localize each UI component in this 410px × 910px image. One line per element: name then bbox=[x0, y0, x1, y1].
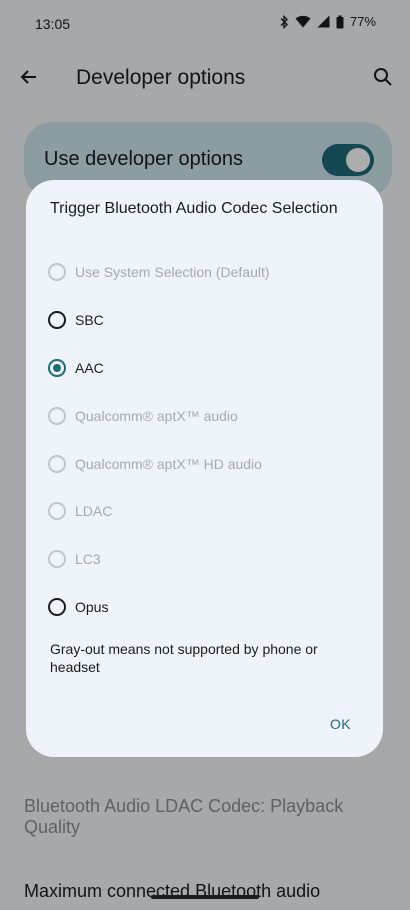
codec-option-aac[interactable]: AAC bbox=[46, 348, 366, 388]
codec-option-label: Qualcomm® aptX™ HD audio bbox=[75, 456, 262, 472]
radio-button[interactable] bbox=[48, 311, 66, 329]
gesture-nav-handle[interactable] bbox=[151, 895, 259, 899]
codec-option-sbc[interactable]: SBC bbox=[46, 300, 366, 340]
radio-button[interactable] bbox=[48, 455, 66, 473]
radio-button-selected[interactable] bbox=[48, 359, 66, 377]
codec-option-ldac[interactable]: LDAC bbox=[46, 491, 366, 531]
radio-button[interactable] bbox=[48, 502, 66, 520]
codec-selection-dialog: Trigger Bluetooth Audio Codec Selection … bbox=[26, 180, 383, 757]
radio-button[interactable] bbox=[48, 550, 66, 568]
codec-option-label: Opus bbox=[75, 599, 109, 615]
codec-option-label: AAC bbox=[75, 360, 104, 376]
codec-option-opus[interactable]: Opus bbox=[46, 587, 366, 627]
codec-option-label: LDAC bbox=[75, 503, 113, 519]
radio-button[interactable] bbox=[48, 263, 66, 281]
dialog-note: Gray-out means not supported by phone or… bbox=[50, 641, 318, 675]
dialog-title: Trigger Bluetooth Audio Codec Selection bbox=[50, 200, 338, 217]
codec-option-label: SBC bbox=[75, 312, 104, 328]
codec-option-label: LC3 bbox=[75, 551, 101, 567]
codec-option-label: Use System Selection (Default) bbox=[75, 264, 270, 280]
codec-option-system-default[interactable]: Use System Selection (Default) bbox=[46, 252, 366, 292]
codec-option-aptx[interactable]: Qualcomm® aptX™ audio bbox=[46, 396, 366, 436]
codec-option-lc3[interactable]: LC3 bbox=[46, 539, 366, 579]
codec-option-label: Qualcomm® aptX™ audio bbox=[75, 408, 238, 424]
codec-option-aptx-hd[interactable]: Qualcomm® aptX™ HD audio bbox=[46, 444, 366, 484]
ok-button[interactable]: OK bbox=[322, 710, 359, 738]
radio-button[interactable] bbox=[48, 598, 66, 616]
radio-button[interactable] bbox=[48, 407, 66, 425]
